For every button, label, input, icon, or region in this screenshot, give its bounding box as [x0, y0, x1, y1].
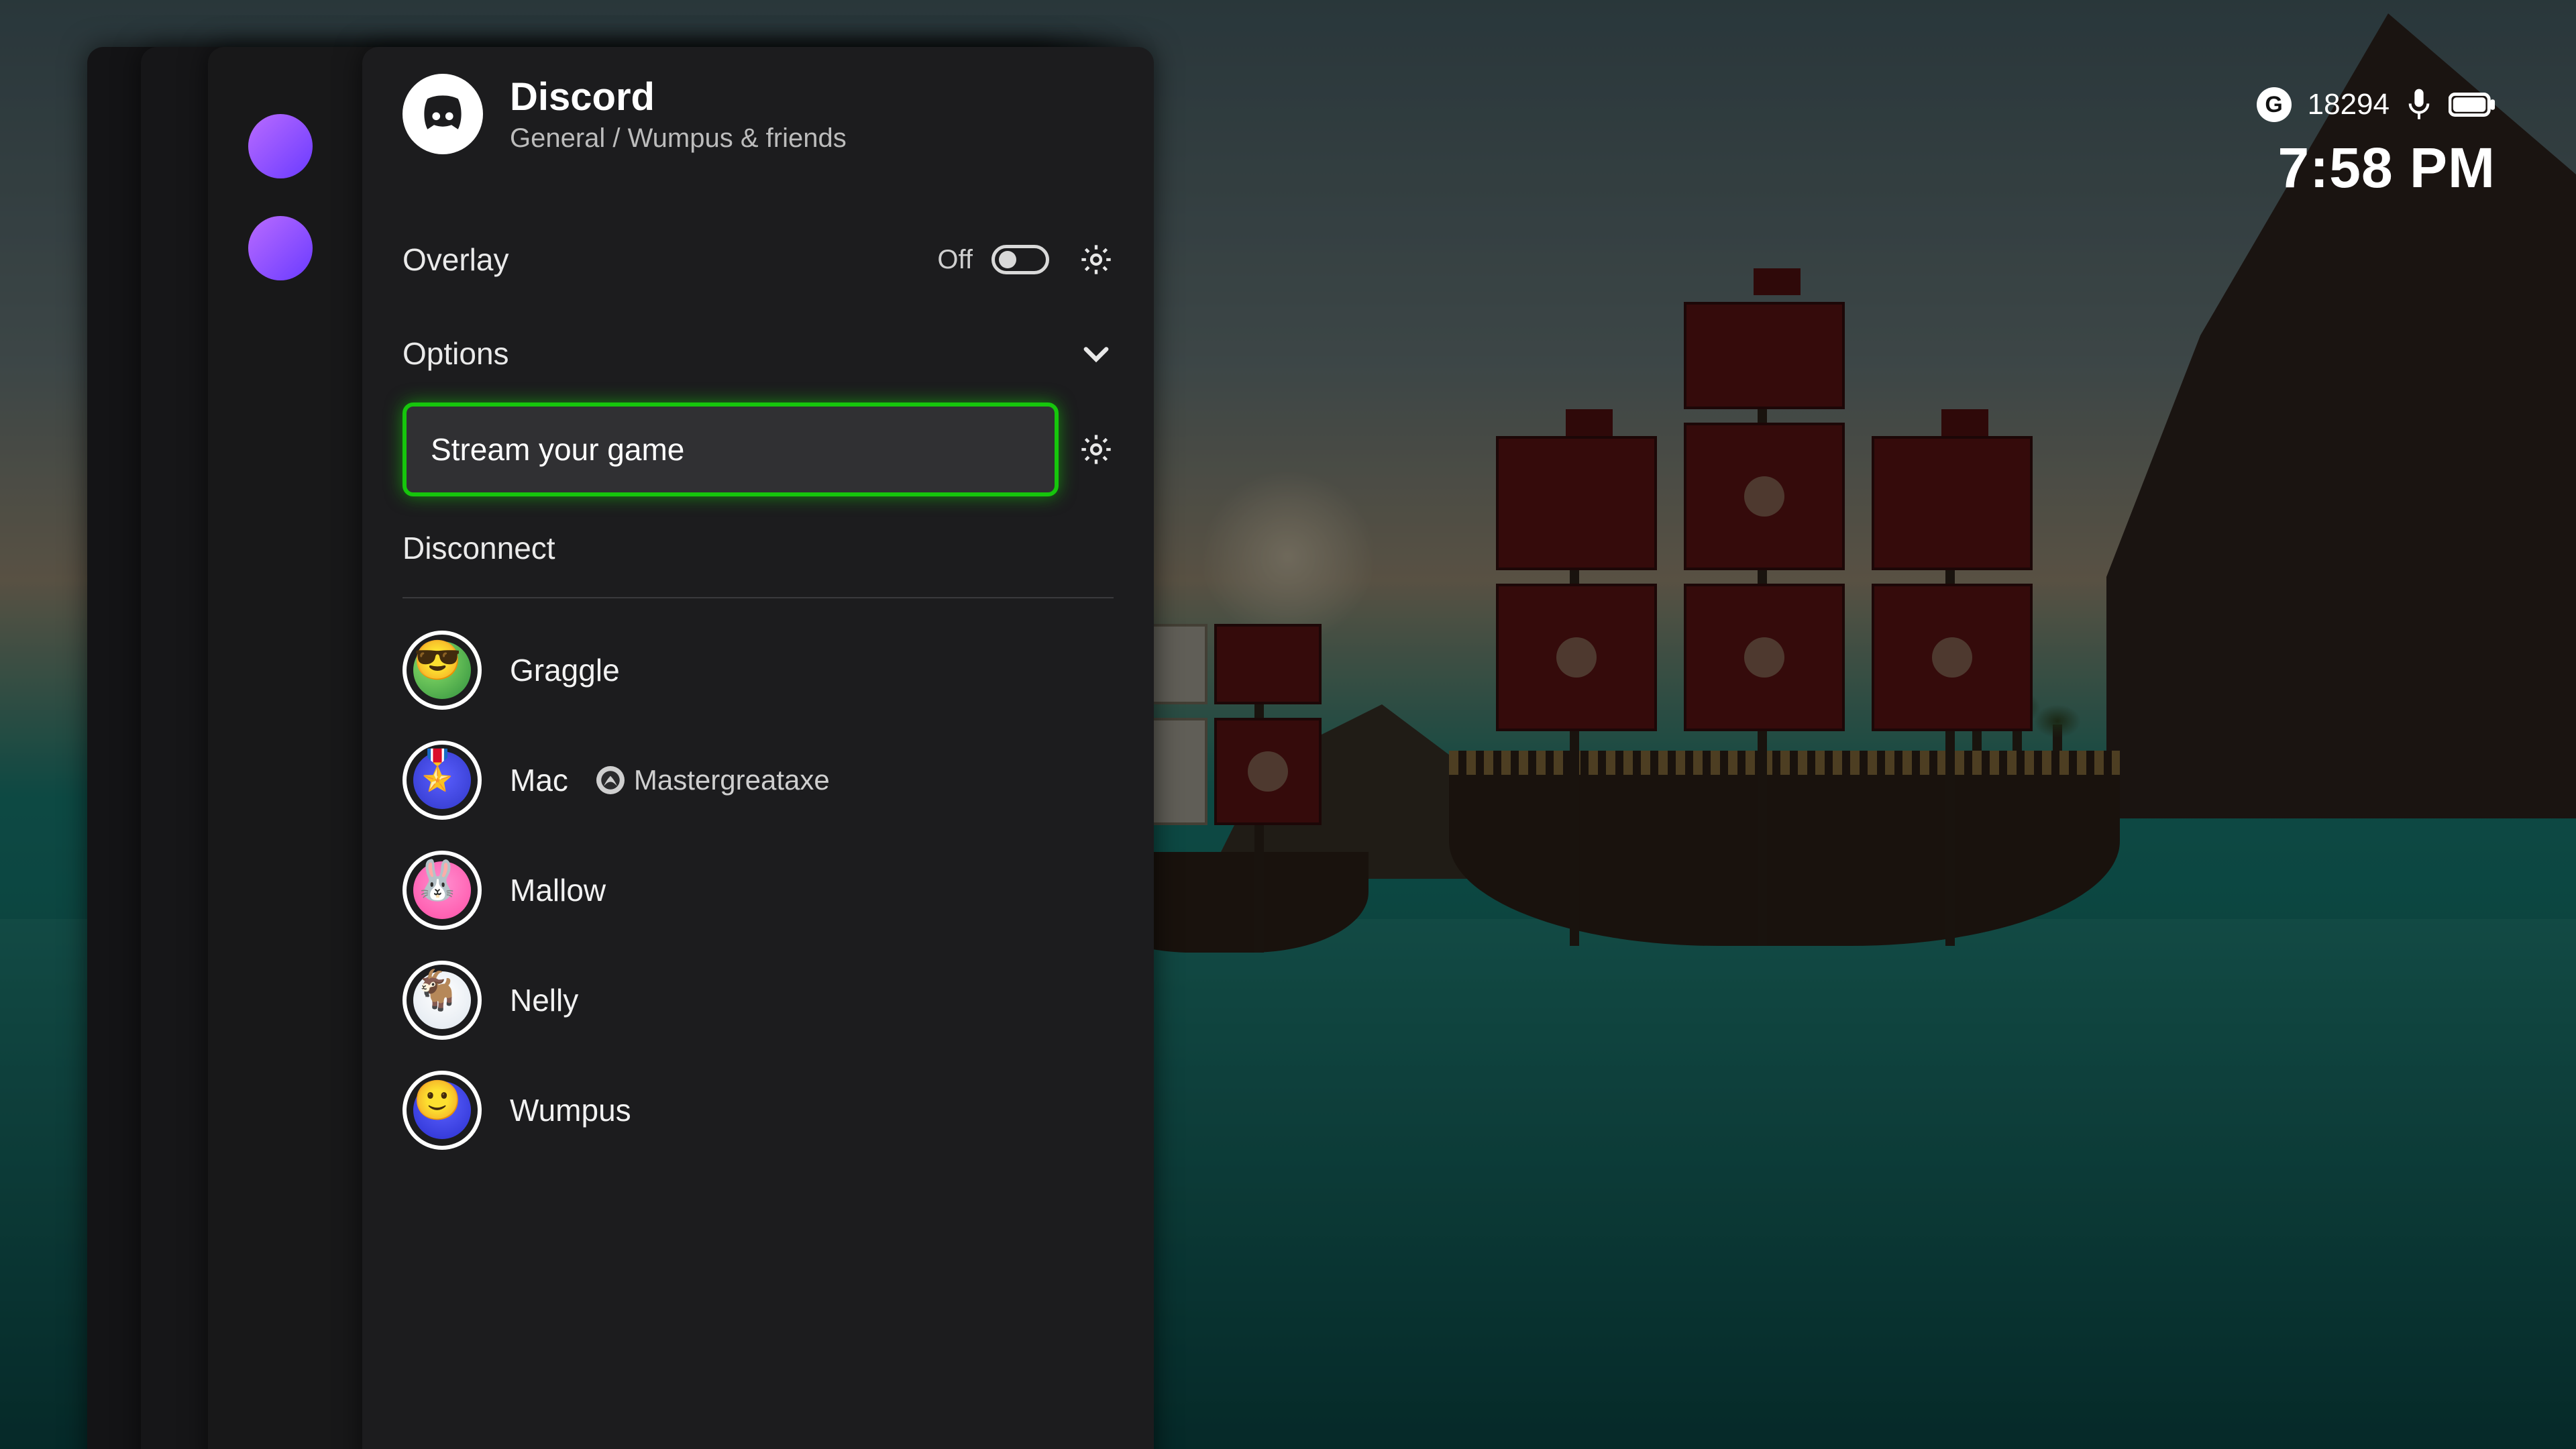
- avatar: 🙂: [402, 1071, 482, 1150]
- voice-user-name: Mallow: [510, 872, 606, 908]
- divider: [402, 597, 1114, 598]
- voice-user-row[interactable]: 🐰 Mallow: [402, 851, 1114, 930]
- gamerscore-value: 18294: [2308, 88, 2390, 121]
- stream-settings-button[interactable]: [1079, 432, 1114, 467]
- voice-user-list: 😎 Graggle 🎖️ Mac Mastergreataxe 🐰 Mallow…: [402, 631, 1114, 1150]
- battery-icon: [2449, 91, 2496, 119]
- gamerscore-icon: G: [2257, 87, 2292, 122]
- stream-label: Stream your game: [431, 431, 684, 468]
- voice-user-name: Wumpus: [510, 1092, 631, 1128]
- voice-user-name: Nelly: [510, 982, 578, 1018]
- overlay-label: Overlay: [402, 241, 508, 278]
- microphone-icon: [2406, 88, 2432, 121]
- voice-user-gamertag: Mastergreataxe: [634, 764, 830, 796]
- avatar: 😎: [402, 631, 482, 710]
- avatar[interactable]: [248, 114, 313, 178]
- chevron-down-icon: [1079, 336, 1114, 371]
- discord-logo-icon: [402, 74, 483, 154]
- avatar: 🐐: [402, 961, 482, 1040]
- avatar[interactable]: [248, 216, 313, 280]
- avatar: 🎖️: [402, 741, 482, 820]
- voice-user-row[interactable]: 🐐 Nelly: [402, 961, 1114, 1040]
- overlay-toggle[interactable]: [991, 245, 1049, 274]
- voice-user-name: Mac: [510, 762, 568, 798]
- status-bar: G 18294 7:58 PM: [2257, 87, 2496, 201]
- stream-your-game-button[interactable]: Stream your game: [402, 402, 1059, 496]
- panel-subtitle: General / Wumpus & friends: [510, 123, 847, 154]
- voice-user-row[interactable]: 🎖️ Mac Mastergreataxe: [402, 741, 1114, 820]
- overlay-settings-button[interactable]: [1079, 242, 1114, 277]
- options-row[interactable]: Options: [402, 335, 1114, 372]
- xbox-icon: [596, 766, 625, 794]
- voice-user-name: Graggle: [510, 652, 620, 688]
- voice-user-row[interactable]: 🙂 Wumpus: [402, 1071, 1114, 1150]
- options-label: Options: [402, 335, 509, 372]
- discord-panel: Discord General / Wumpus & friends Overl…: [362, 47, 1154, 1449]
- voice-user-row[interactable]: 😎 Graggle: [402, 631, 1114, 710]
- overlay-state: Off: [937, 245, 973, 275]
- panel-title: Discord: [510, 74, 847, 119]
- disconnect-button[interactable]: Disconnect: [402, 530, 555, 566]
- overlay-row[interactable]: Overlay Off: [402, 241, 1114, 278]
- avatar: 🐰: [402, 851, 482, 930]
- clock: 7:58 PM: [2257, 136, 2496, 201]
